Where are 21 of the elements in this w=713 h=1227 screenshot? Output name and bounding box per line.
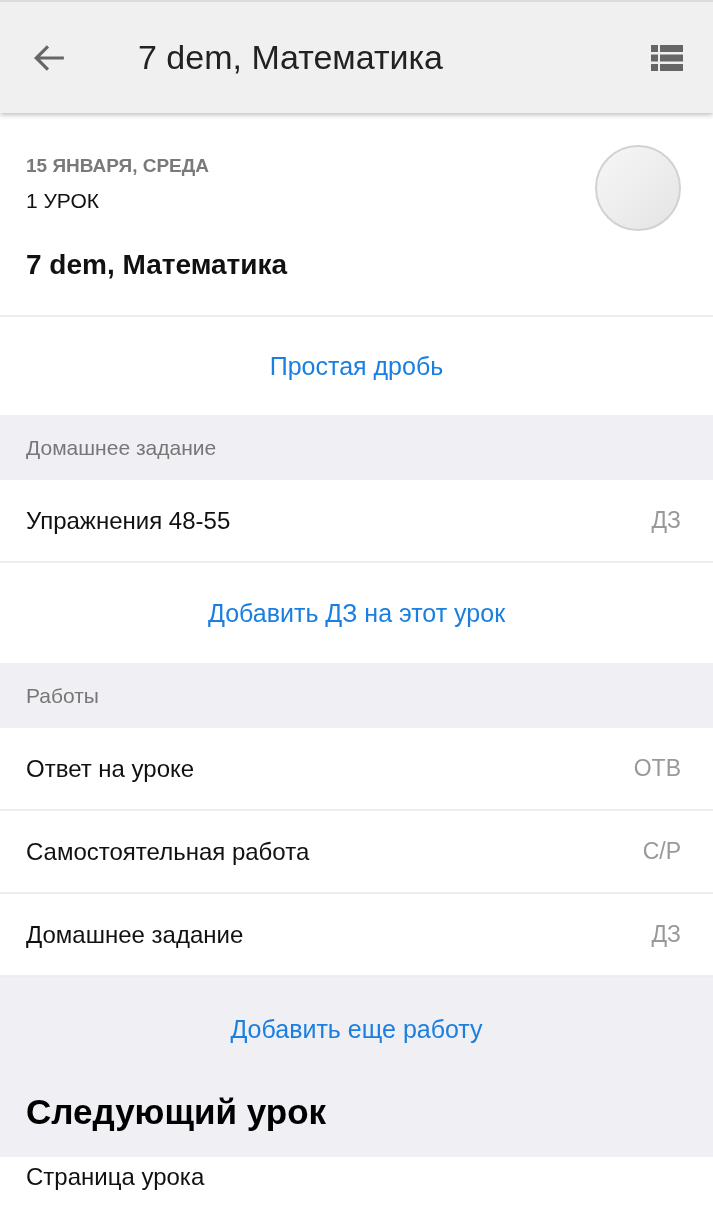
add-work-link[interactable]: Добавить еще работу — [230, 1015, 483, 1044]
toolbar-title: 7 dem, Математика — [138, 38, 444, 77]
list-icon[interactable] — [651, 44, 683, 71]
lesson-topic-link[interactable]: Простая дробь — [269, 351, 444, 381]
section-header: Работы — [26, 683, 99, 708]
lesson-title: 7 dem, Математика — [26, 249, 288, 281]
row-title: Самостоятельная работа — [26, 837, 310, 866]
section-header: Домашнее задание — [26, 435, 217, 460]
row-tag: ДЗ — [651, 507, 681, 534]
row-tag: ОТВ — [633, 755, 681, 782]
lesson-date: 15 ЯНВАРЯ, СРЕДА — [26, 155, 210, 177]
row-tag: ДЗ — [651, 921, 681, 948]
row-title: Ответ на уроке — [26, 754, 195, 783]
next-lesson-heading: Следующий урок — [25, 1092, 328, 1132]
row-title: Упражнения 48-55 — [26, 506, 231, 535]
back-arrow-icon[interactable] — [32, 42, 66, 73]
lesson-number: 1 УРОК — [26, 189, 99, 213]
row-title: Домашнее задание — [26, 920, 244, 949]
next-lesson-item[interactable]: Страница урока — [26, 1163, 205, 1190]
add-homework-link[interactable]: Добавить ДЗ на этот урок — [207, 598, 506, 628]
row-tag: С/Р — [642, 838, 681, 865]
